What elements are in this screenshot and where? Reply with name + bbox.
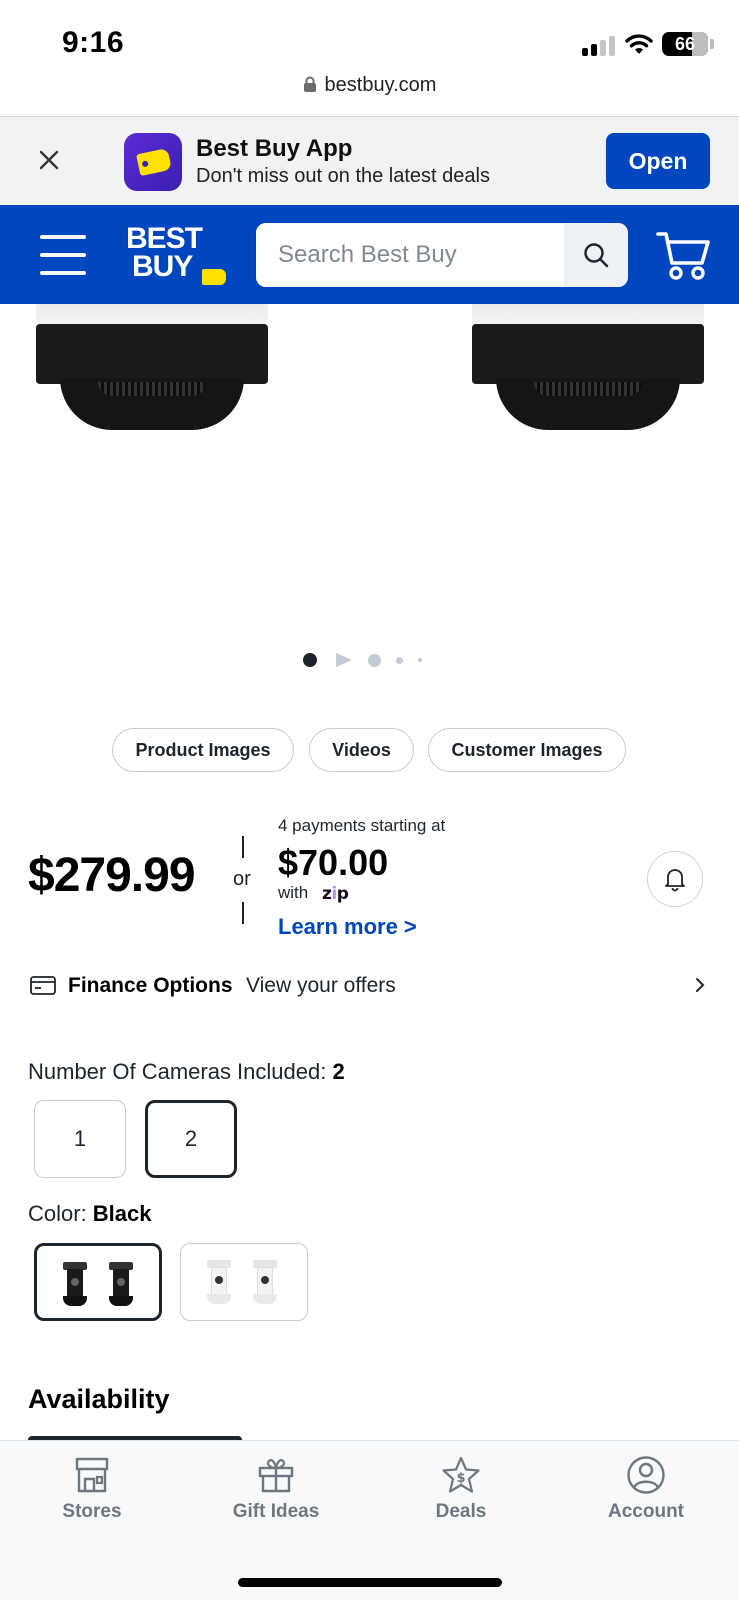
gallery-pagination [0, 648, 739, 672]
cellular-signal-icon [582, 36, 616, 56]
product-price: $279.99 [28, 849, 196, 902]
battery-nub [710, 39, 714, 49]
nav-label: Deals [435, 1501, 487, 1522]
zip-logo: zip [322, 884, 349, 904]
banner-title: Best Buy App [196, 135, 353, 162]
open-app-button[interactable]: Open [606, 133, 710, 189]
availability-heading: Availability [28, 1384, 170, 1414]
account-icon [627, 1456, 665, 1494]
hamburger-menu-icon[interactable] [40, 235, 86, 275]
nav-item-gift-ideas[interactable]: Gift Ideas [206, 1455, 346, 1539]
color-selected-value: Black [92, 1201, 152, 1226]
best-buy-logo[interactable]: BEST BUY [126, 222, 226, 287]
search-icon [584, 243, 609, 268]
url-text: bestbuy.com [324, 74, 437, 96]
battery-icon: 66 [662, 32, 708, 56]
finance-options-title: Finance Options [68, 974, 233, 997]
tab-videos[interactable]: Videos [309, 728, 414, 772]
battery-percent: 66 [674, 34, 696, 54]
deals-star-icon: $ [442, 1456, 480, 1493]
divider [242, 836, 244, 858]
home-indicator [238, 1578, 502, 1587]
nav-item-deals[interactable]: $ Deals [391, 1455, 531, 1539]
pagination-dot[interactable] [396, 657, 403, 664]
pagination-dot[interactable] [418, 658, 422, 662]
status-time: 9:16 [62, 26, 125, 59]
black-camera-thumbnail [63, 1262, 87, 1308]
credit-card-icon [30, 976, 56, 995]
svg-text:$: $ [456, 1471, 465, 1486]
chevron-right-icon [696, 978, 705, 992]
white-camera-thumbnail [207, 1260, 231, 1306]
tab-customer-images[interactable]: Customer Images [428, 728, 626, 772]
media-tabs: Product Images Videos Customer Images [0, 728, 739, 772]
store-icon [75, 1457, 109, 1493]
pagination-dot-active[interactable] [303, 653, 317, 667]
pagination-dot[interactable] [368, 654, 381, 667]
installment-amount: $70.00 [278, 842, 389, 883]
nav-label: Account [608, 1501, 684, 1522]
logo-line-best: BEST [126, 222, 203, 255]
or-label: or [233, 868, 251, 890]
logo-tag-icon [202, 269, 226, 285]
lock-icon [303, 76, 316, 92]
product-camera-image [472, 304, 704, 434]
white-camera-thumbnail [253, 1260, 277, 1306]
gift-icon [258, 1459, 294, 1493]
banner-subtitle: Don't miss out on the latest deals [196, 165, 490, 187]
best-buy-app-logo [124, 133, 182, 191]
learn-more-link[interactable]: Learn more > [278, 914, 417, 940]
cameras-selected-value: 2 [332, 1059, 345, 1084]
product-image-gallery[interactable] [0, 304, 739, 694]
nav-item-stores[interactable]: Stores [22, 1455, 162, 1539]
finance-options-row[interactable]: Finance Options View your offers [28, 970, 712, 1004]
price-alert-button[interactable] [647, 851, 703, 907]
address-bar[interactable]: bestbuy.com [0, 74, 739, 110]
bottom-navigation: Stores Gift Ideas $ Deals Account [0, 1440, 739, 1600]
tab-product-images[interactable]: Product Images [112, 728, 294, 772]
app-download-banner: Best Buy App Don't miss out on the lates… [0, 116, 739, 204]
black-camera-thumbnail [109, 1262, 133, 1308]
divider [242, 902, 244, 924]
search-box [256, 223, 628, 287]
close-icon[interactable] [34, 145, 64, 175]
wifi-icon [625, 34, 653, 54]
color-option-black[interactable] [34, 1243, 162, 1321]
nav-item-account[interactable]: Account [576, 1455, 716, 1539]
nav-label: Stores [62, 1501, 122, 1522]
search-input[interactable] [256, 223, 564, 287]
product-camera-image [36, 304, 268, 434]
bell-icon [665, 869, 685, 892]
installment-with: with [278, 883, 309, 902]
cameras-option-2[interactable]: 2 [145, 1100, 237, 1178]
search-button[interactable] [564, 223, 628, 287]
video-play-icon[interactable] [335, 652, 353, 668]
nav-label: Gift Ideas [232, 1501, 320, 1522]
installment-lead: 4 payments starting at [278, 816, 446, 835]
cameras-option-1[interactable]: 1 [34, 1100, 126, 1178]
color-variant-label: Color: Black [28, 1201, 152, 1226]
cameras-variant-label: Number Of Cameras Included: 2 [28, 1059, 345, 1084]
status-bar: 9:16 66 [0, 0, 739, 80]
color-option-white[interactable] [180, 1243, 308, 1321]
cart-icon[interactable] [656, 229, 712, 281]
finance-options-subtitle: View your offers [246, 974, 396, 997]
site-header: BEST BUY [0, 205, 739, 304]
